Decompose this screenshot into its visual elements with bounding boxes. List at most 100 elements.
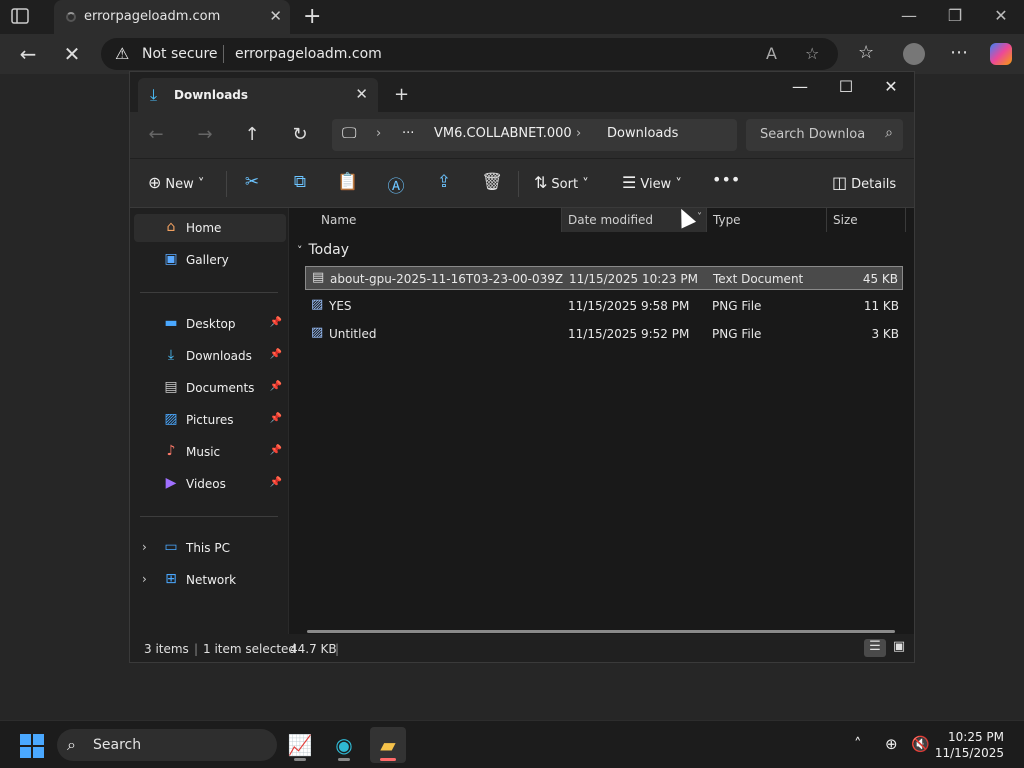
file-row[interactable]: ▨ YES 11/15/2025 9:58 PM PNG File 11 KB bbox=[305, 294, 903, 318]
sidebar-item-desktop[interactable]: ▬ Desktop 📌 bbox=[134, 310, 286, 338]
chevron-right-icon[interactable]: › bbox=[142, 540, 147, 554]
sidebar-item-videos[interactable]: ▶ Videos 📌 bbox=[134, 470, 286, 498]
address-bar[interactable]: ⚠ Not secure errorpageloadm.com A ☆ bbox=[101, 38, 838, 70]
new-tab-button[interactable]: + bbox=[303, 4, 321, 29]
breadcrumb-item-downloads[interactable]: Downloads bbox=[607, 126, 678, 141]
column-divider[interactable] bbox=[706, 208, 707, 232]
show-hidden-icons-icon[interactable]: ˄ bbox=[854, 735, 862, 753]
copilot-icon[interactable] bbox=[990, 43, 1012, 65]
file-type: PNG File bbox=[712, 327, 762, 341]
large-icons-view-icon[interactable]: ▣ bbox=[888, 639, 910, 657]
breadcrumb-chevron-icon: › bbox=[376, 126, 382, 141]
close-window-icon[interactable]: ✕ bbox=[986, 6, 1016, 25]
file-row[interactable]: ▤ about-gpu-2025-11-16T03-23-00-039Z 11/… bbox=[305, 266, 903, 290]
column-header-type[interactable]: Type bbox=[713, 208, 823, 232]
back-button[interactable]: ← bbox=[144, 124, 168, 145]
close-tab-icon[interactable]: ✕ bbox=[269, 7, 282, 25]
pictures-icon: ▨ bbox=[164, 411, 178, 427]
sidebar-item-home[interactable]: ⌂ Home bbox=[134, 214, 286, 242]
url-text[interactable]: errorpageloadm.com bbox=[235, 46, 382, 62]
sidebar-item-label: Documents bbox=[186, 381, 255, 395]
pin-icon[interactable]: 📌 bbox=[270, 349, 282, 360]
breadcrumb-overflow[interactable]: ··· bbox=[402, 126, 414, 141]
taskbar-search[interactable]: ⌕ Search bbox=[57, 729, 277, 761]
language-globe-icon[interactable]: ⊕ bbox=[885, 735, 898, 753]
browser-tab[interactable]: errorpageloadm.com ✕ bbox=[54, 0, 290, 34]
sidebar-item-downloads[interactable]: ⤓ Downloads 📌 bbox=[134, 342, 286, 370]
delete-icon[interactable]: 🗑 bbox=[480, 172, 504, 192]
cut-icon[interactable]: ✂ bbox=[240, 172, 264, 192]
new-button[interactable]: ⊕ New ˅ bbox=[148, 173, 204, 192]
column-header-name[interactable]: Name bbox=[321, 208, 561, 232]
more-options-icon[interactable]: ••• bbox=[712, 170, 740, 189]
warning-icon[interactable]: ⚠ bbox=[115, 44, 129, 63]
sort-button[interactable]: ⇅ Sort ˅ bbox=[534, 173, 589, 192]
sound-muted-icon[interactable]: 🔇 bbox=[911, 735, 930, 753]
breadcrumb-item-vm[interactable]: VM6.COLLABNET.000 bbox=[434, 126, 572, 141]
minimize-icon[interactable]: — bbox=[780, 77, 820, 96]
tab-actions-icon[interactable] bbox=[10, 7, 38, 27]
details-view-icon[interactable]: ☰ bbox=[864, 639, 886, 657]
new-tab-button[interactable]: + bbox=[394, 84, 409, 105]
sidebar-item-pictures[interactable]: ▨ Pictures 📌 bbox=[134, 406, 286, 434]
close-tab-icon[interactable]: ✕ bbox=[355, 85, 368, 103]
search-icon: ⌕ bbox=[67, 735, 76, 754]
browser-toolbar: ← ✕ ⚠ Not secure errorpageloadm.com A ☆ … bbox=[0, 34, 1024, 74]
file-row[interactable]: ▨ Untitled 11/15/2025 9:52 PM PNG File 3… bbox=[305, 322, 903, 346]
loading-spinner-icon bbox=[66, 12, 76, 22]
breadcrumb[interactable]: 🖵 › ··· VM6.COLLABNET.000 › Downloads bbox=[332, 119, 737, 151]
favorite-star-icon[interactable]: ☆ bbox=[805, 44, 819, 63]
maximize-icon[interactable]: ☐ bbox=[826, 77, 866, 96]
horizontal-scrollbar[interactable] bbox=[307, 630, 895, 633]
sidebar-item-documents[interactable]: ▤ Documents 📌 bbox=[134, 374, 286, 402]
computer-icon[interactable]: 🖵 bbox=[342, 124, 356, 142]
file-date: 11/15/2025 9:58 PM bbox=[568, 299, 690, 313]
sidebar-item-this-pc[interactable]: › ▭ This PC bbox=[134, 534, 286, 562]
up-button[interactable]: ↑ bbox=[240, 124, 264, 145]
chevron-right-icon[interactable]: › bbox=[142, 572, 147, 586]
column-divider[interactable] bbox=[905, 208, 906, 232]
text-file-icon: ▤ bbox=[312, 270, 325, 285]
favorites-icon[interactable]: ☆ bbox=[858, 42, 874, 63]
group-header-today[interactable]: ˅ Today bbox=[297, 242, 349, 258]
rename-icon[interactable]: Ⓐ bbox=[384, 172, 408, 197]
pin-icon[interactable]: 📌 bbox=[270, 413, 282, 424]
sidebar-item-network[interactable]: › ⊞ Network bbox=[134, 566, 286, 594]
more-menu-icon[interactable]: ⋯ bbox=[950, 42, 968, 63]
forward-button[interactable]: → bbox=[193, 124, 217, 145]
share-icon[interactable]: ⇪ bbox=[432, 172, 456, 192]
minimize-icon[interactable]: — bbox=[894, 6, 924, 25]
divider bbox=[518, 171, 519, 197]
column-header-size[interactable]: Size bbox=[833, 208, 903, 232]
refresh-button[interactable]: ↻ bbox=[288, 124, 312, 145]
search-input[interactable]: Search Downloads ⌕ bbox=[746, 119, 903, 151]
pin-icon[interactable]: 📌 bbox=[270, 477, 282, 488]
taskbar-app-file-explorer-icon[interactable]: ▰ bbox=[370, 727, 406, 763]
paste-icon[interactable]: 📋 bbox=[336, 172, 360, 192]
sidebar-item-label: Network bbox=[186, 573, 237, 587]
image-file-icon: ▨ bbox=[311, 297, 324, 312]
taskbar-app-edge-icon[interactable]: ◉ bbox=[326, 727, 362, 763]
read-aloud-icon[interactable]: A bbox=[766, 44, 777, 63]
copy-icon[interactable]: ⧉ bbox=[288, 172, 312, 192]
pin-icon[interactable]: 📌 bbox=[270, 381, 282, 392]
stop-loading-button[interactable]: ✕ bbox=[57, 42, 87, 66]
app-indicator bbox=[294, 758, 306, 761]
restore-icon[interactable]: ❐ bbox=[940, 6, 970, 25]
security-label[interactable]: Not secure bbox=[142, 46, 218, 62]
back-button[interactable]: ← bbox=[13, 42, 43, 66]
chevron-down-icon[interactable]: ˅ bbox=[697, 212, 702, 223]
profile-avatar[interactable] bbox=[903, 43, 925, 65]
start-button[interactable] bbox=[20, 734, 44, 758]
column-divider[interactable] bbox=[826, 208, 827, 232]
pin-icon[interactable]: 📌 bbox=[270, 317, 282, 328]
sidebar-item-gallery[interactable]: ▣ Gallery bbox=[134, 246, 286, 274]
sidebar-item-music[interactable]: ♪ Music 📌 bbox=[134, 438, 286, 466]
details-button[interactable]: ◫ Details bbox=[832, 173, 896, 192]
view-button[interactable]: ☰ View ˅ bbox=[622, 173, 682, 192]
taskbar-app-notepad-icon[interactable]: 📈 bbox=[282, 727, 318, 763]
system-clock[interactable]: 10:25 PM 11/15/2025 bbox=[935, 729, 1004, 761]
pin-icon[interactable]: 📌 bbox=[270, 445, 282, 456]
close-window-icon[interactable]: ✕ bbox=[871, 77, 911, 96]
explorer-tab[interactable]: ⤓ Downloads ✕ bbox=[138, 78, 378, 112]
